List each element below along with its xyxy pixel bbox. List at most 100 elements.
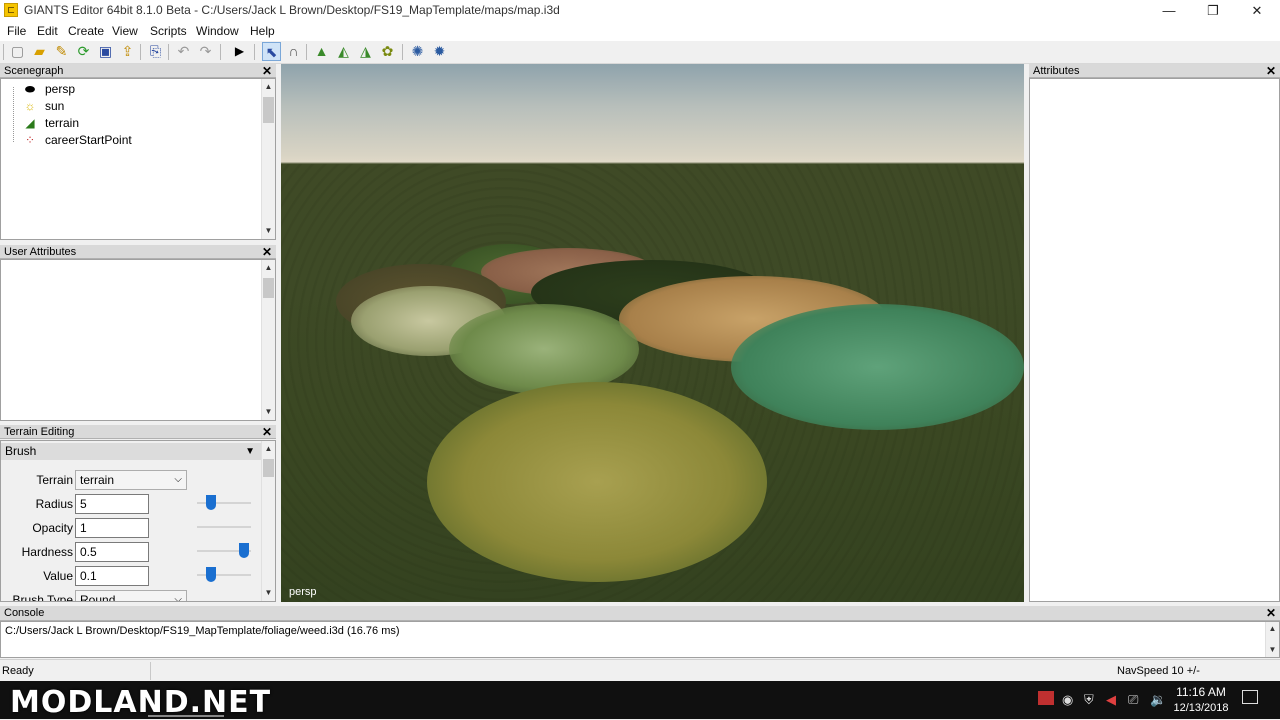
maximize-button[interactable]: ❐ — [1190, 0, 1236, 22]
refresh-icon[interactable]: ⟳ — [74, 42, 93, 61]
status-text: Ready — [2, 665, 34, 677]
brush-section-header[interactable]: Brush ▼ — [1, 443, 261, 460]
open-folder-icon[interactable]: ▰ — [30, 42, 49, 61]
brush-type-select[interactable]: Round ⌵ — [75, 590, 187, 601]
foliage-paint-icon[interactable]: ◮ — [356, 42, 375, 61]
scroll-down-icon[interactable]: ▼ — [262, 225, 275, 237]
scroll-up-icon[interactable]: ▲ — [1266, 623, 1279, 635]
close-terrain-editing-icon[interactable]: ✕ — [262, 425, 272, 439]
scroll-thumb[interactable] — [263, 97, 274, 123]
import-icon[interactable]: ⎘ — [146, 42, 165, 61]
terrain-paint-icon[interactable]: ◭ — [334, 42, 353, 61]
attributes-body — [1029, 78, 1280, 602]
hardness-label: Hardness — [21, 545, 73, 559]
user-attributes-body: ▲ ▼ — [0, 259, 276, 421]
save-icon[interactable]: ▣ — [96, 42, 115, 61]
close-console-icon[interactable]: ✕ — [1266, 606, 1276, 620]
steam-icon[interactable]: ◉ — [1062, 692, 1073, 708]
globe-settings-icon[interactable]: ✹ — [430, 42, 449, 61]
tree-item-persp[interactable]: persp — [45, 82, 75, 96]
menu-help[interactable]: Help — [250, 24, 275, 38]
opacity-input[interactable]: 1 — [75, 518, 149, 538]
scroll-down-icon[interactable]: ▼ — [262, 587, 275, 599]
save-as-icon[interactable]: ⇪ — [118, 42, 137, 61]
radius-slider-thumb[interactable] — [206, 495, 216, 510]
notifications-icon[interactable] — [1242, 690, 1258, 704]
collapse-arrow-icon[interactable]: ▼ — [245, 443, 255, 460]
scenegraph-tree[interactable]: ⬬ persp ☼ sun ◢ terrain ⁘ careerStartPoi… — [0, 78, 276, 240]
toolbar-separator — [402, 44, 403, 60]
undo-icon[interactable]: ↶ — [174, 42, 193, 61]
new-file-icon[interactable]: ▢ — [8, 42, 27, 61]
terrain-editing-panel-header: Terrain Editing ✕ — [0, 425, 276, 439]
tray-arrow-icon[interactable]: ◀ — [1106, 692, 1116, 708]
scroll-up-icon[interactable]: ▲ — [262, 81, 275, 93]
scroll-down-icon[interactable]: ▼ — [1266, 644, 1279, 656]
terrain-sculpt-icon[interactable]: ▲ — [312, 42, 331, 61]
scroll-up-icon[interactable]: ▲ — [262, 443, 275, 455]
scroll-down-icon[interactable]: ▼ — [262, 406, 275, 418]
redo-icon[interactable]: ↷ — [196, 42, 215, 61]
console-output[interactable]: C:/Users/Jack L Brown/Desktop/FS19_MapTe… — [0, 621, 1280, 658]
foliage-patch — [731, 304, 1024, 430]
close-window-button[interactable]: ✕ — [1234, 0, 1280, 22]
terrain-label: Terrain — [36, 473, 73, 487]
hardness-input[interactable]: 0.5 — [75, 542, 149, 562]
attributes-panel-header: Attributes ✕ — [1029, 64, 1280, 78]
menu-window[interactable]: Window — [196, 24, 239, 38]
hardness-slider-thumb[interactable] — [239, 543, 249, 558]
value-slider-thumb[interactable] — [206, 567, 216, 582]
network-icon[interactable]: ⎚ — [1128, 692, 1138, 708]
opacity-label: Opacity — [32, 521, 73, 535]
chevron-down-icon: ⌵ — [174, 474, 182, 485]
tree-item-terrain[interactable]: terrain — [45, 116, 79, 130]
tree-item-sun[interactable]: sun — [45, 99, 64, 113]
scenegraph-panel-header: Scenegraph ✕ — [0, 64, 276, 78]
status-bar: Ready NavSpeed 10 +/- — [0, 659, 1280, 682]
tree-item-careerstartpoint[interactable]: careerStartPoint — [45, 133, 132, 147]
play-icon[interactable]: ▶ — [230, 42, 249, 61]
clock-time[interactable]: 11:16 AM — [1170, 685, 1232, 699]
radius-input[interactable]: 5 — [75, 494, 149, 514]
brush-type-label: Brush Type — [12, 593, 73, 602]
close-scenegraph-icon[interactable]: ✕ — [262, 64, 272, 78]
scroll-thumb[interactable] — [263, 459, 274, 477]
camera-label: persp — [289, 586, 317, 598]
foliage-patch — [449, 304, 639, 394]
close-attributes-icon[interactable]: ✕ — [1266, 64, 1276, 78]
menu-create[interactable]: Create — [68, 24, 104, 38]
menu-view[interactable]: View — [112, 24, 138, 38]
camera-icon: ⬬ — [24, 82, 36, 96]
menu-file[interactable]: File — [7, 24, 26, 38]
magnet-icon[interactable]: ∩ — [284, 42, 303, 61]
menu-edit[interactable]: Edit — [37, 24, 58, 38]
close-user-attributes-icon[interactable]: ✕ — [262, 245, 272, 259]
value-input[interactable]: 0.1 — [75, 566, 149, 586]
terrain-editing-body: Brush ▼ Terrain terrain ⌵ Radius 5 Opaci… — [0, 440, 276, 602]
menu-scripts[interactable]: Scripts — [150, 24, 187, 38]
shield-icon[interactable]: ⛨ — [1084, 692, 1094, 708]
toolbar-separator — [168, 44, 169, 60]
status-divider — [150, 662, 151, 680]
plant-icon[interactable]: ✿ — [378, 42, 397, 61]
scroll-up-icon[interactable]: ▲ — [262, 262, 275, 274]
3d-viewport[interactable]: persp — [281, 64, 1024, 602]
giants-editor-app-icon — [4, 3, 18, 17]
console-message: C:/Users/Jack L Brown/Desktop/FS19_MapTe… — [5, 625, 400, 637]
console-scrollbar[interactable]: ▲ ▼ — [1265, 622, 1279, 657]
minimize-button[interactable]: — — [1146, 0, 1192, 22]
terrain-editing-scrollbar[interactable]: ▲ ▼ — [261, 441, 275, 601]
opacity-slider-track[interactable] — [197, 526, 251, 528]
user-attributes-scrollbar[interactable]: ▲ ▼ — [261, 260, 275, 420]
scenegraph-scrollbar[interactable]: ▲ ▼ — [261, 79, 275, 239]
terrain-select[interactable]: terrain ⌵ — [75, 470, 187, 490]
volume-icon[interactable]: 🔉 — [1150, 692, 1166, 708]
console-title: Console — [4, 607, 45, 619]
select-tool-icon[interactable]: ⬉ — [262, 42, 281, 61]
edit-file-icon[interactable]: ✎ — [52, 42, 71, 61]
scroll-thumb[interactable] — [263, 278, 274, 298]
tray-app-icon[interactable] — [1038, 691, 1054, 705]
radius-label: Radius — [35, 497, 73, 511]
clock-date[interactable]: 12/13/2018 — [1170, 702, 1232, 714]
globe-icon[interactable]: ✺ — [408, 42, 427, 61]
